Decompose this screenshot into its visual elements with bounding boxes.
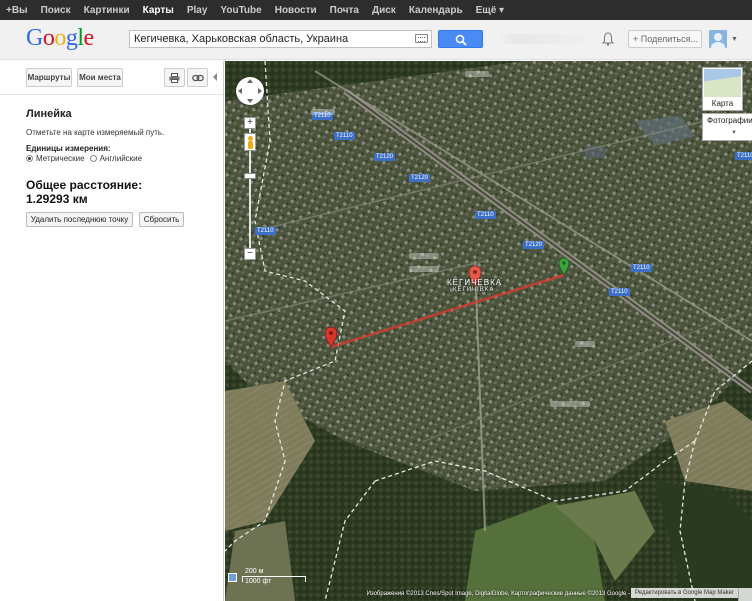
ruler-hint: Отметьте на карте измеряемый путь. xyxy=(26,128,165,137)
search-icon xyxy=(455,34,467,46)
english-radio[interactable] xyxy=(89,155,97,162)
reset-button[interactable]: Сбросить xyxy=(139,212,184,227)
pan-left-icon[interactable] xyxy=(238,88,242,94)
topbar-item-search[interactable]: Поиск xyxy=(41,5,71,16)
scale-imperial: 1000 фт xyxy=(245,578,272,585)
notifications-bell-icon[interactable] xyxy=(602,32,614,46)
units-label: Единицы измерения: xyxy=(26,144,111,153)
map-thumbnail xyxy=(704,69,741,97)
topbar-item-calendar[interactable]: Календарь xyxy=(409,5,463,16)
search-input[interactable] xyxy=(130,31,410,47)
topbar-item-play[interactable]: Play xyxy=(187,5,208,16)
place-label xyxy=(465,71,489,77)
road-badge: T2120 xyxy=(523,241,545,249)
search-button[interactable] xyxy=(438,30,483,48)
my-places-button[interactable]: Мои места xyxy=(77,68,123,87)
printer-icon xyxy=(169,73,180,83)
pan-control[interactable] xyxy=(236,77,264,105)
map-attribution[interactable]: Изображения ©2013 Cnes/Spot Image, Digit… xyxy=(367,591,630,597)
panel-toolbar: Маршруты Мои места xyxy=(0,61,223,95)
collapse-panel-icon[interactable] xyxy=(213,73,217,81)
town-sublabel: КЕГИЧІВКА xyxy=(453,287,495,293)
header: Google + Поделиться... ▼ xyxy=(0,20,752,60)
link-button[interactable] xyxy=(187,68,208,87)
print-button[interactable] xyxy=(164,68,185,87)
zoom-in-button[interactable]: + xyxy=(244,117,256,129)
scale-bar: 200 м 1000 фт xyxy=(228,568,308,588)
place-label xyxy=(575,341,595,347)
road-badge: T2110 xyxy=(334,132,355,140)
google-logo[interactable]: Google xyxy=(26,25,94,52)
remove-last-point-button[interactable]: Удалить последнюю точку xyxy=(26,212,133,227)
keyboard-icon[interactable] xyxy=(415,34,428,43)
metric-label[interactable]: Метрические xyxy=(36,154,85,163)
road-badge: T2110 xyxy=(475,211,496,219)
left-panel: Маршруты Мои места Линейка Отметьте на к… xyxy=(0,61,224,601)
street-view-pegman-icon[interactable] xyxy=(244,133,256,151)
ruler-title: Линейка xyxy=(26,108,72,120)
town-label: КЕГИЧЕВКА xyxy=(447,278,503,287)
place-label xyxy=(409,266,439,272)
account-name-obscured xyxy=(497,34,595,44)
pan-right-icon[interactable] xyxy=(258,88,262,94)
search-box xyxy=(129,30,432,48)
road-badge: T2110 xyxy=(735,152,752,160)
scale-metric: 200 м xyxy=(245,568,264,575)
metric-radio[interactable] xyxy=(26,155,33,162)
map-type-button[interactable]: Карта xyxy=(702,67,743,111)
topbar-item-drive[interactable]: Диск xyxy=(372,5,396,16)
road-badge: T2110 xyxy=(255,227,276,235)
total-distance-label: Общее расстояние: xyxy=(26,178,143,192)
place-label xyxy=(311,109,335,115)
pan-down-icon[interactable] xyxy=(247,99,253,103)
road-badge: T2120 xyxy=(409,174,431,182)
zoom-slider-handle[interactable] xyxy=(244,173,256,179)
place-label xyxy=(409,253,439,259)
english-label[interactable]: Английские xyxy=(100,154,143,163)
place-label xyxy=(550,401,590,407)
share-button[interactable]: + Поделиться... xyxy=(628,30,702,48)
map-thumbnail-toggle-icon[interactable] xyxy=(228,573,237,582)
zoom-out-button[interactable]: − xyxy=(244,248,256,260)
layer-caret-icon: ▼ xyxy=(731,130,737,136)
units-options: Метрические Английские xyxy=(26,154,142,163)
satellite-imagery xyxy=(225,61,752,601)
pan-up-icon[interactable] xyxy=(247,79,253,83)
satellite-map[interactable]: T2110 T2110 T2120 T2110 T2120 T2110 T212… xyxy=(225,61,752,601)
link-icon xyxy=(191,74,204,82)
topbar-item-plus-you[interactable]: +Вы xyxy=(6,5,28,16)
topbar-item-mail[interactable]: Почта xyxy=(330,5,359,16)
total-distance-value: 1.29293 км xyxy=(26,192,88,206)
photos-layer-button[interactable]: Фотографии ▼ xyxy=(702,113,752,141)
topbar-item-maps[interactable]: Карты xyxy=(143,5,174,16)
edit-in-map-maker-link[interactable]: Редактировать в Google Map Maker xyxy=(631,588,738,598)
map-type-label: Карта xyxy=(711,99,734,108)
google-top-bar: +Вы Поиск Картинки Карты Play YouTube Но… xyxy=(0,0,752,20)
topbar-item-news[interactable]: Новости xyxy=(275,5,317,16)
overview-map-toggle[interactable] xyxy=(738,588,752,601)
road-badge: T2110 xyxy=(609,288,630,296)
topbar-item-images[interactable]: Картинки xyxy=(84,5,130,16)
road-badge: T2110 xyxy=(631,264,652,272)
photos-layer-label: Фотографии xyxy=(707,116,752,125)
road-badge: T2120 xyxy=(374,153,396,161)
avatar[interactable] xyxy=(709,30,727,48)
account-menu-caret-icon[interactable]: ▼ xyxy=(731,36,738,43)
topbar-item-more[interactable]: Ещё ▾ xyxy=(476,5,504,16)
routes-button[interactable]: Маршруты xyxy=(26,68,72,87)
topbar-item-youtube[interactable]: YouTube xyxy=(220,5,261,16)
